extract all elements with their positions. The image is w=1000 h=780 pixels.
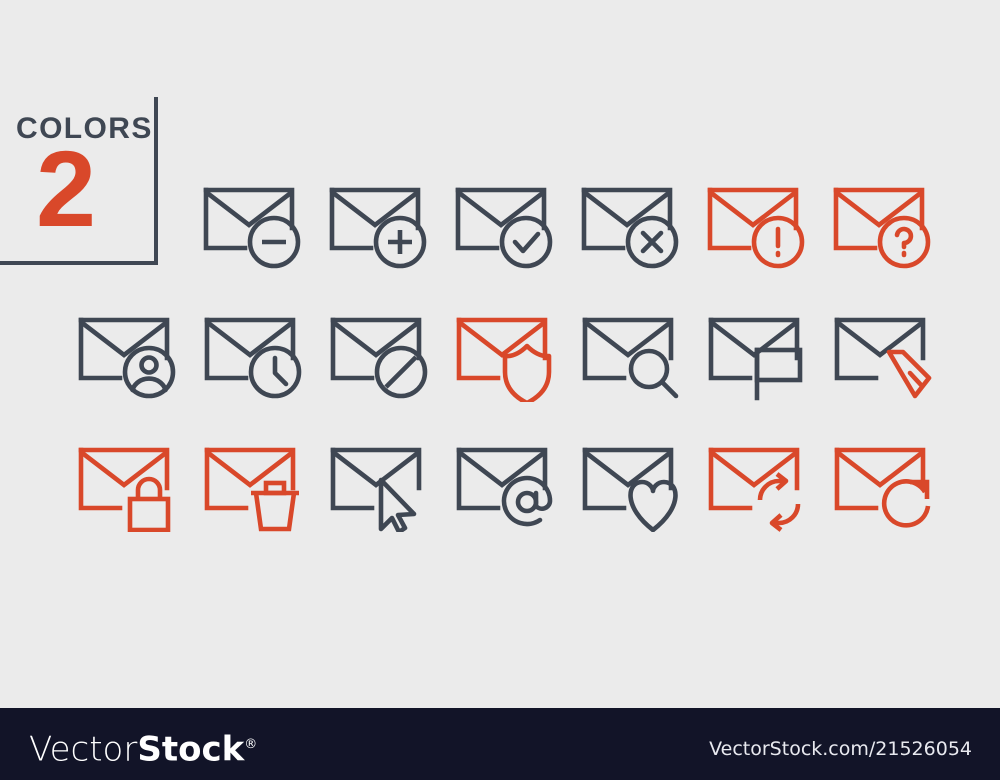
refresh-arrow-icon [881, 479, 931, 528]
mail-close-icon[interactable] [574, 168, 700, 272]
mail-refresh-icon-glyph [834, 447, 931, 528]
clock-icon [248, 345, 302, 399]
mail-block-icon-glyph [330, 317, 428, 399]
icon-sheet: COLORS 2 VectorStock® VectorStock.com/21… [0, 0, 1000, 780]
mail-alert-icon[interactable] [700, 168, 826, 272]
mail-block-icon[interactable] [323, 298, 449, 402]
watermark-footer: VectorStock® VectorStock.com/21526054 [0, 708, 1000, 780]
envelope-shape [834, 317, 926, 381]
registered-trademark-icon: ® [244, 737, 258, 752]
mail-close-icon-glyph [581, 187, 679, 269]
mail-help-icon-glyph [833, 187, 931, 269]
mail-lock-icon[interactable] [71, 428, 197, 532]
exclamation-circle-icon [751, 215, 805, 269]
vectorstock-url: VectorStock.com/21526054 [709, 738, 972, 760]
flag-icon [754, 347, 803, 401]
minus-circle-icon [247, 215, 301, 269]
mail-flag-icon[interactable] [701, 298, 827, 402]
mail-remove-icon-glyph [203, 187, 301, 269]
logo-bold-part: Stock [137, 729, 245, 770]
mail-help-icon[interactable] [826, 168, 952, 272]
envelope-shape [204, 447, 296, 511]
logo-light-part: Vector [29, 729, 138, 770]
mail-address-icon[interactable] [449, 428, 575, 532]
mail-delete-icon[interactable] [197, 428, 323, 532]
user-circle-icon [122, 345, 176, 399]
mail-check-icon[interactable] [448, 168, 574, 272]
mail-sync-icon[interactable] [701, 428, 827, 532]
mail-select-icon[interactable] [323, 428, 449, 532]
mail-user-icon[interactable] [71, 298, 197, 402]
cross-circle-icon [625, 215, 679, 269]
envelope-shape [582, 447, 674, 511]
mail-time-icon-glyph [204, 317, 302, 399]
mail-secure-icon-glyph [456, 317, 552, 402]
vectorstock-logo: VectorStock® [29, 728, 257, 766]
mail-check-icon-glyph [455, 187, 553, 269]
mail-remove-icon[interactable] [196, 168, 322, 272]
question-circle-icon [877, 215, 931, 269]
mail-lock-icon-glyph [78, 447, 171, 532]
mail-delete-icon-glyph [204, 447, 299, 532]
check-circle-icon [499, 215, 553, 269]
mail-address-icon-glyph [456, 447, 553, 527]
mail-add-icon[interactable] [322, 168, 448, 272]
mail-alert-icon-glyph [707, 187, 805, 269]
ban-icon [374, 345, 428, 399]
mail-secure-icon[interactable] [449, 298, 575, 402]
mail-edit-icon[interactable] [827, 298, 953, 402]
colors-badge: COLORS 2 [0, 97, 158, 265]
mail-add-icon-glyph [329, 187, 427, 269]
mail-favorite-icon[interactable] [575, 428, 701, 532]
envelope-shape [582, 317, 674, 381]
mail-time-icon[interactable] [197, 298, 323, 402]
mail-search-icon[interactable] [575, 298, 701, 402]
mail-favorite-icon-glyph [582, 447, 678, 532]
mail-edit-icon-glyph [834, 317, 932, 399]
mail-search-icon-glyph [582, 317, 679, 399]
sync-arrows-icon [757, 472, 801, 532]
colors-badge-count: 2 [36, 128, 97, 249]
mail-flag-icon-glyph [708, 317, 803, 401]
at-sign-icon [501, 475, 553, 527]
mail-refresh-icon[interactable] [827, 428, 953, 532]
envelope-shape [330, 447, 422, 511]
envelope-shape [834, 447, 926, 511]
shield-icon [502, 343, 552, 402]
mail-sync-icon-glyph [708, 447, 801, 532]
cursor-arrow-icon [378, 477, 417, 532]
plus-circle-icon [373, 215, 427, 269]
padlock-icon [127, 476, 171, 532]
mail-select-icon-glyph [330, 447, 422, 532]
mail-user-icon-glyph [78, 317, 176, 399]
